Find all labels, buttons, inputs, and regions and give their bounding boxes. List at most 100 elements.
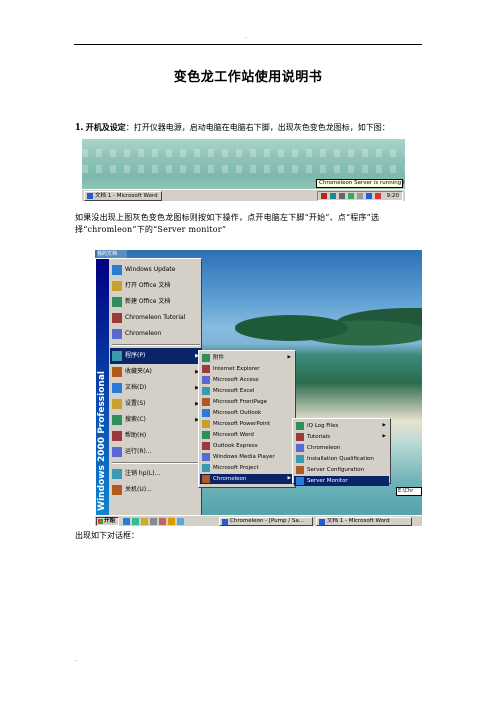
tray-icon[interactable] (366, 193, 372, 199)
start-menu-item[interactable]: Chromeleon (110, 326, 202, 342)
menu-item-label: Installation Qualification (307, 456, 374, 462)
menu-item-icon (112, 399, 122, 409)
menu-item-icon (112, 447, 122, 457)
tray-icon[interactable] (321, 193, 327, 199)
programs-menu-item[interactable]: Microsoft FrontPage (200, 397, 294, 407)
chromeleon-menu-item[interactable]: Server Configuration (294, 465, 389, 475)
programs-menu-item[interactable]: Internet Explorer (200, 364, 294, 374)
menu-item-label: Chromeleon (125, 330, 162, 337)
instruction-paragraph: 如果没出现上图灰色变色龙图标则按如下操作，点开电脑左下脚“开始”、点“程序”选择… (75, 213, 380, 234)
chromeleon-menu-item[interactable]: IQ Log Files ▶ (294, 421, 389, 431)
tray-icon[interactable] (339, 193, 345, 199)
quicklaunch-icon[interactable] (168, 518, 175, 525)
submenu-arrow-icon: ▶ (287, 355, 291, 360)
menu-item-icon (112, 415, 122, 425)
programs-menu-item[interactable]: Microsoft Outlook (200, 408, 294, 418)
menu-item-label: Microsoft PowerPoint (213, 421, 271, 427)
menu-item-label: Windows Update (125, 266, 176, 273)
document-title: 变色龙工作站使用说明书 (173, 70, 323, 85)
taskbar-button-chromeleon[interactable]: Chromeleon - [Pump / Sa... (219, 517, 313, 526)
start-menu-item[interactable]: Windows Update (110, 262, 202, 278)
menu-item-label: Microsoft Access (213, 377, 259, 383)
programs-menu-item[interactable]: Microsoft PowerPoint (200, 419, 294, 429)
outlook-icon[interactable] (141, 518, 148, 525)
taskbar: 文档 1 - Microsoft Word 9:20 (82, 189, 405, 201)
start-button[interactable]: 开始 (96, 517, 119, 526)
programs-menu-item[interactable]: Windows Media Player (200, 452, 294, 462)
tray-icon[interactable] (348, 193, 354, 199)
tray-icon[interactable] (330, 193, 336, 199)
menu-item-icon (202, 431, 210, 439)
chromeleon-submenu: IQ Log Files ▶ Tutorials ▶ Chromeleon Install… (292, 418, 391, 486)
menu-item-icon (112, 265, 122, 275)
start-menu-item[interactable]: 注销 hp(L)... (110, 466, 202, 482)
menu-item-label: Tutorials (307, 434, 331, 440)
menu-item-icon (112, 351, 122, 361)
start-menu-item[interactable]: 关机(U)... (110, 482, 202, 498)
menu-item-icon (296, 433, 304, 441)
tray-icon[interactable] (375, 193, 381, 199)
quicklaunch-icon[interactable] (150, 518, 157, 525)
chromeleon-menu-item[interactable]: Installation Qualification (294, 454, 389, 464)
word-doc-icon (319, 519, 325, 525)
chromeleon-menu-item[interactable]: Server Monitor (294, 476, 389, 486)
menu-separator (112, 462, 200, 464)
start-menu-item[interactable]: 程序(P)▶ (110, 348, 202, 364)
start-menu-item[interactable]: 收藏夹(A)▶ (110, 364, 202, 380)
quicklaunch-icon[interactable] (177, 518, 184, 525)
menu-item-icon (202, 442, 210, 450)
menu-item-icon (296, 444, 304, 452)
desktop-icon[interactable] (132, 518, 139, 525)
menu-item-label: 附件 (213, 355, 225, 361)
ie-icon[interactable] (123, 518, 130, 525)
menu-item-icon (112, 431, 122, 441)
menu-item-label: Outlook Express (213, 443, 258, 449)
quicklaunch-icon[interactable] (159, 518, 166, 525)
programs-menu-item[interactable]: Microsoft Access (200, 375, 294, 385)
start-menu-item[interactable]: 文档(D)▶ (110, 380, 202, 396)
programs-menu-item[interactable]: Outlook Express (200, 441, 294, 451)
section-1-heading: 1. 开机及设定：打开仪器电源，启动电脑在电脑右下脚，出现灰色变色龙图标，如下图… (75, 121, 435, 134)
screenshot-start-menu: 我的文档 Windows 2000 Professional Windows U… (95, 250, 422, 526)
menu-item-icon (202, 354, 210, 362)
caption-after: 出现如下对话框： (75, 531, 139, 540)
water-texture (82, 149, 405, 157)
start-menu-item[interactable]: 设置(S)▶ (110, 396, 202, 412)
menu-item-label: Internet Explorer (213, 366, 260, 372)
start-menu-item[interactable]: Chromeleon Tutorial (110, 310, 202, 326)
water-texture (82, 165, 405, 173)
taskbar-button-label: Chromeleon - [Pump / Sa... (230, 518, 304, 524)
taskbar-button-word[interactable]: 文档 1 - Microsoft Word (316, 517, 412, 526)
start-button-label: 开始 (104, 518, 116, 524)
start-menu-item[interactable]: 新建 Office 文档 (110, 294, 202, 310)
start-menu-item[interactable]: 搜索(C)▶ (110, 412, 202, 428)
programs-menu-item[interactable]: Microsoft Project (200, 463, 294, 473)
start-menu-item[interactable]: 打开 Office 文档 (110, 278, 202, 294)
programs-menu-item[interactable]: Microsoft Word (200, 430, 294, 440)
windows-logo-icon (98, 519, 103, 524)
menu-item-label: Microsoft FrontPage (213, 399, 268, 405)
chromeleon-menu-item[interactable]: Tutorials ▶ (294, 432, 389, 442)
menu-item-icon (112, 329, 122, 339)
menu-item-label: Microsoft Excel (213, 388, 255, 394)
menu-item-icon (202, 365, 210, 373)
screenshot-tray-balloon: Chromeleon Server is running idle. 文档 1 … (82, 139, 405, 201)
programs-menu-item[interactable]: Chromeleon ▶ (200, 474, 294, 484)
taskbar-button-word[interactable]: 文档 1 - Microsoft Word (84, 191, 162, 201)
chromeleon-icon (222, 519, 228, 525)
programs-menu-item[interactable]: 附件 ▶ (200, 353, 294, 363)
section-number: 1. (75, 121, 84, 133)
menu-item-label: 关机(U)... (125, 486, 152, 493)
menu-item-icon (202, 475, 210, 483)
programs-menu-item[interactable]: Microsoft Excel (200, 386, 294, 396)
start-menu-item[interactable]: 帮助(H) (110, 428, 202, 444)
start-menu-item[interactable]: 运行(R)... (110, 444, 202, 460)
section-text: ：打开仪器电源，启动电脑在电脑右下脚，出现灰色变色龙图标，如下图： (125, 123, 390, 132)
menu-item-label: 运行(R)... (125, 448, 152, 455)
chromeleon-menu-item[interactable]: Chromeleon (294, 443, 389, 453)
clock: 9:20 (386, 193, 399, 199)
menu-item-label: Microsoft Word (213, 432, 254, 438)
menu-item-label: 帮助(H) (125, 432, 147, 439)
chromeleon-tray-icon[interactable] (357, 193, 363, 199)
menu-item-icon (296, 466, 304, 474)
